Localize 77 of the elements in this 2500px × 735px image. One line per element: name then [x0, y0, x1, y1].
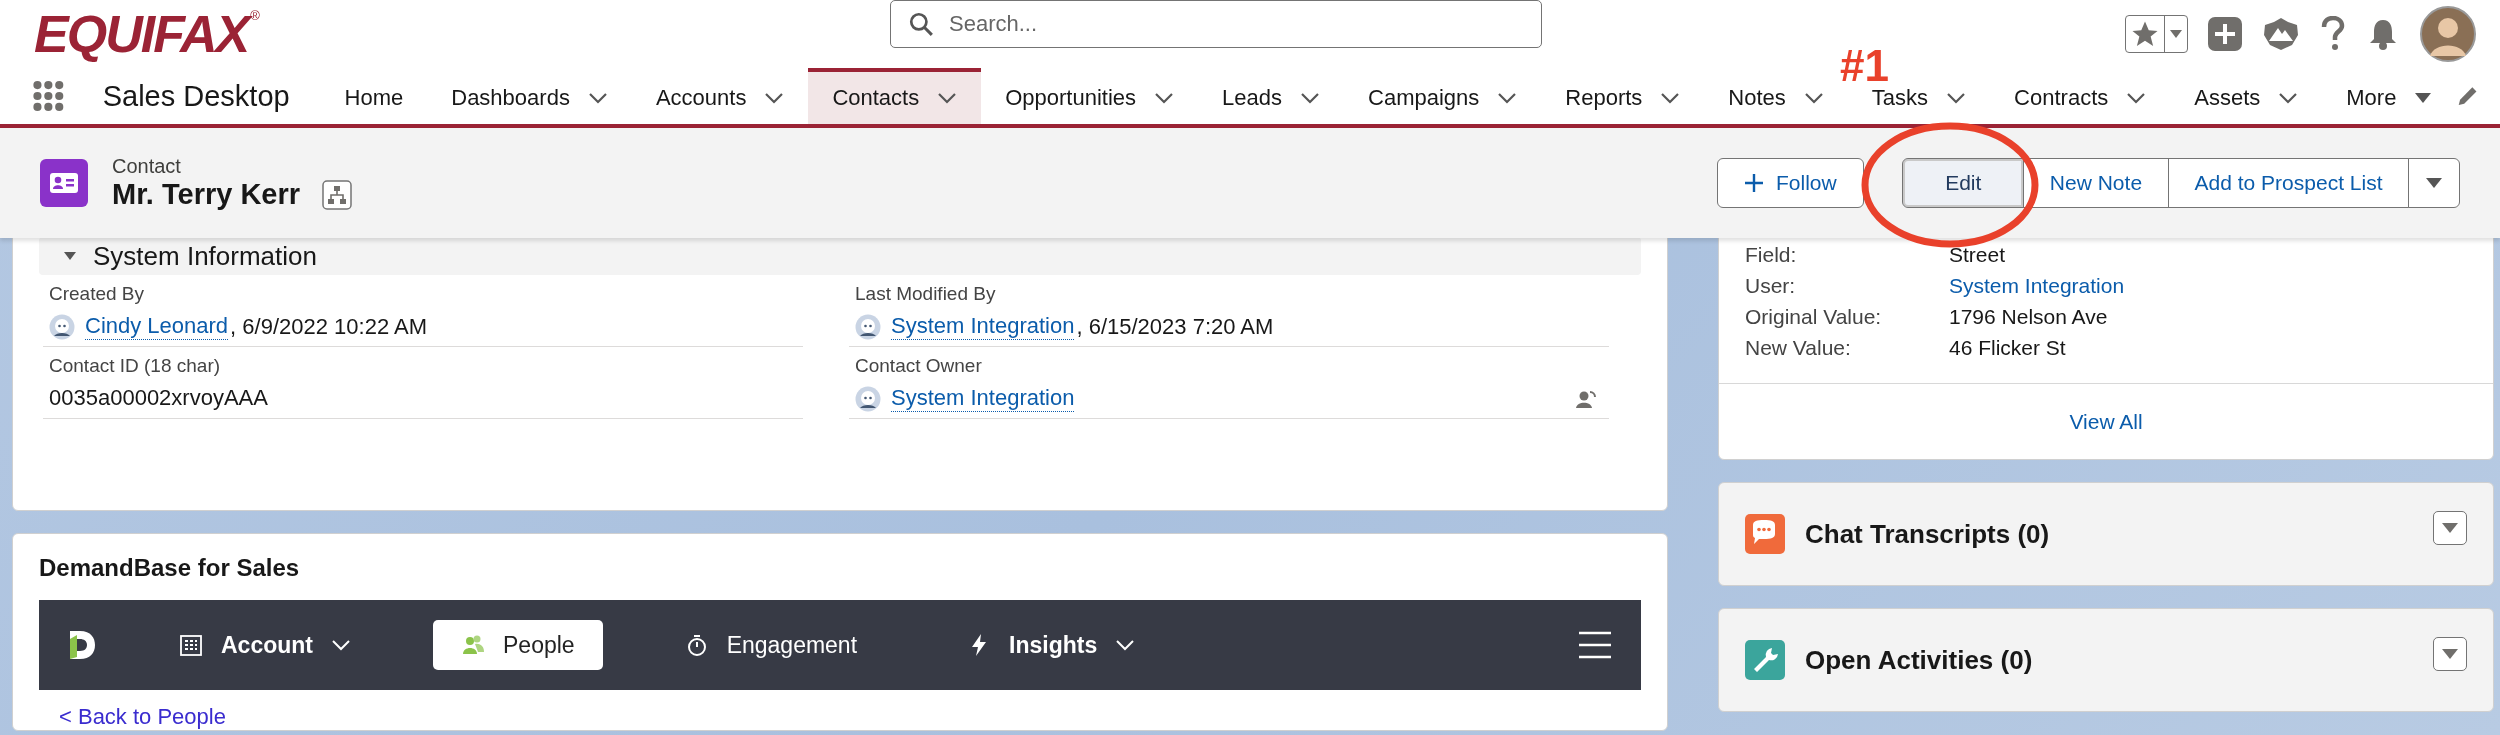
field-label: Field: — [1745, 243, 1798, 267]
caret-icon — [2425, 177, 2443, 189]
field-label: New Value: — [1745, 336, 1852, 360]
search-icon — [908, 11, 934, 37]
card-title: DemandBase for Sales — [39, 554, 301, 582]
search-field[interactable]: Search... — [890, 0, 1542, 48]
card-title: Chat Transcripts (0) — [1805, 518, 2050, 550]
toolbar-tab[interactable]: Insights — [939, 620, 1164, 670]
toolbar-tab[interactable]: Engagement — [656, 620, 886, 670]
field-label: Created By — [49, 283, 146, 305]
d-logo-icon — [67, 628, 97, 662]
contact-card-icon — [40, 159, 88, 207]
toolbar-tab[interactable]: Account — [151, 620, 379, 670]
user-avatar-icon — [855, 385, 881, 412]
field-label: Last Modified By — [855, 283, 997, 305]
field-label: Contact Owner — [855, 355, 983, 377]
record-type: Contact — [112, 155, 182, 178]
plus-icon[interactable] — [2208, 17, 2242, 51]
annotation-label: #1 — [1840, 44, 1889, 88]
user-link[interactable]: System Integration — [891, 313, 1075, 340]
section-header[interactable]: System Information — [39, 238, 1641, 275]
follow-button[interactable]: Follow — [1717, 158, 1864, 208]
nav-tab[interactable]: Contracts — [1990, 68, 2171, 124]
field-value: 1796 Nelson Ave — [1949, 305, 2108, 329]
card-title: Open Activities (0) — [1805, 644, 2033, 676]
app-name: Sales Desktop — [102, 79, 291, 113]
more-actions-button[interactable] — [2408, 158, 2460, 208]
caret-icon — [2169, 29, 2183, 39]
dropdown-button[interactable] — [2433, 511, 2467, 545]
toolbar-tab[interactable]: People — [433, 620, 603, 670]
nav-tab[interactable]: Leads — [1198, 68, 1345, 124]
back-link[interactable]: < Back to People — [59, 704, 1641, 730]
field-value: , 6/15/2023 7:20 AM — [1076, 313, 1274, 340]
field-label: Contact ID (18 char) — [49, 355, 222, 377]
nav-tab[interactable]: Accounts — [631, 68, 809, 124]
building-icon — [179, 633, 203, 657]
user-avatar-icon — [49, 313, 75, 340]
record-name: Mr. Terry Kerr — [112, 178, 301, 211]
nav-tab[interactable]: Home — [320, 68, 428, 124]
nav-tab[interactable]: Assets — [2170, 68, 2323, 124]
nav-tab[interactable]: Dashboards — [427, 68, 632, 124]
action-button[interactable]: Add to Prospect List — [2167, 158, 2410, 208]
field-value: , 6/9/2022 10:22 AM — [230, 313, 428, 340]
field-value: 0035a00002xrvoyAAA — [49, 385, 268, 411]
user-avatar-icon — [855, 313, 881, 340]
chevron-icon — [63, 251, 77, 261]
app-launcher-icon[interactable] — [32, 78, 65, 114]
nav-tab[interactable]: Contacts — [808, 68, 982, 124]
user-link[interactable]: System Integration — [1949, 274, 2125, 298]
logo: EQUIFAX® — [34, 8, 261, 60]
help-icon[interactable] — [2320, 16, 2346, 52]
nav-tab[interactable]: More — [2322, 68, 2457, 124]
people-icon — [461, 633, 485, 657]
chat-icon — [1745, 514, 1785, 554]
nav-tab[interactable]: Reports — [1541, 68, 1705, 124]
dropdown-button[interactable] — [2433, 637, 2467, 671]
mountain-badge-icon[interactable] — [2262, 17, 2300, 51]
hierarchy-button[interactable] — [322, 179, 353, 210]
user-link[interactable]: System Integration — [891, 385, 1075, 412]
user-link[interactable]: Cindy Leonard — [85, 313, 229, 340]
menu-icon[interactable] — [1577, 630, 1613, 660]
plus-icon — [1744, 173, 1764, 193]
nav-tab[interactable]: Opportunities — [981, 68, 1199, 124]
field-value: Street — [1949, 243, 2006, 267]
action-button[interactable]: New Note — [2022, 158, 2170, 208]
field-value: 46 Flicker St — [1949, 336, 2066, 360]
avatar[interactable] — [2420, 6, 2476, 62]
view-all-link[interactable]: View All — [2069, 409, 2143, 434]
favorites-button[interactable] — [2125, 15, 2188, 53]
field-label: User: — [1745, 274, 1797, 298]
nav-tab[interactable]: Campaigns — [1344, 68, 1542, 124]
caret-icon — [2441, 522, 2459, 534]
action-button[interactable]: Edit — [1902, 158, 2025, 208]
wrench-icon — [1745, 640, 1785, 680]
caret-icon — [2441, 648, 2459, 660]
caret-icon — [2414, 92, 2433, 104]
field-label: Original Value: — [1745, 305, 1883, 329]
